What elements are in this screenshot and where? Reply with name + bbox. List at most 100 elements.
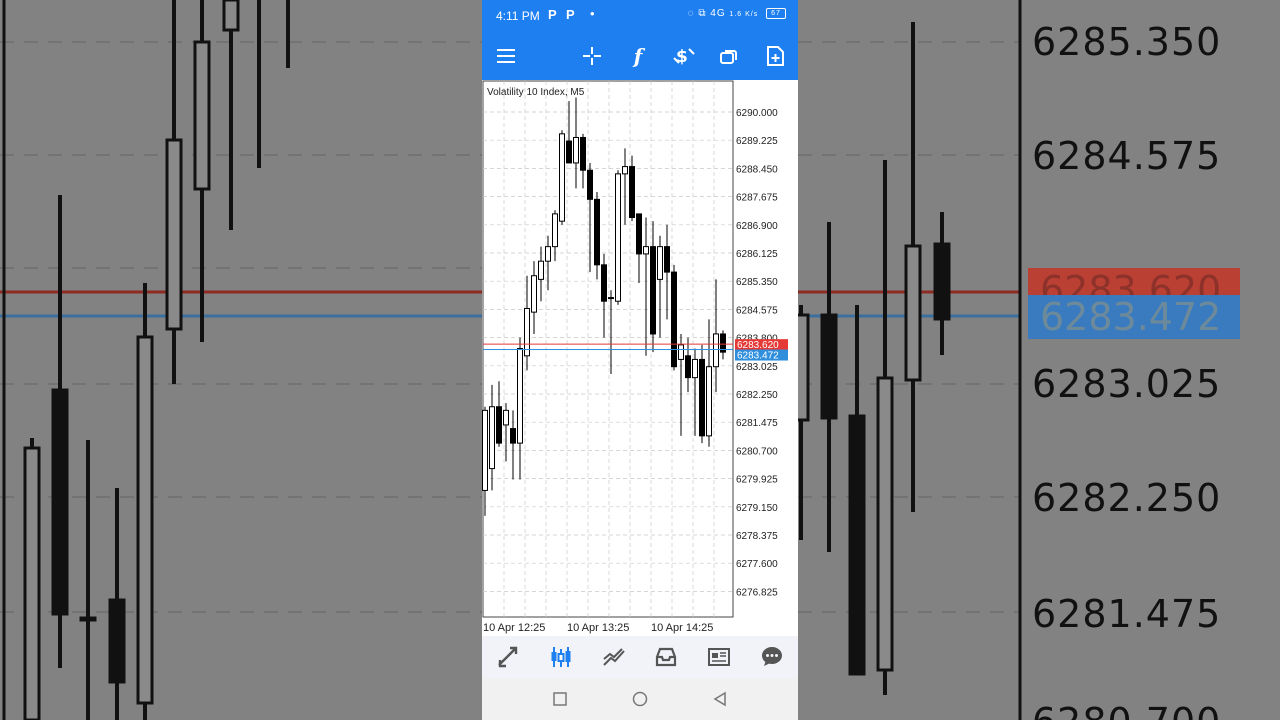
candle-body bbox=[510, 428, 516, 444]
y-tick-label: 6282.250 bbox=[736, 390, 778, 401]
y-tick-label: 6278.375 bbox=[736, 531, 778, 542]
candle-body bbox=[517, 348, 523, 444]
candle-body bbox=[685, 355, 691, 379]
status-time: 4:11 PM bbox=[496, 9, 540, 23]
candle-body bbox=[601, 264, 607, 302]
background-candle-body bbox=[848, 414, 866, 676]
background-price-label: 6282.250 bbox=[1032, 476, 1222, 520]
background-candle-body bbox=[904, 244, 922, 382]
x-tick-label: 10 Apr 12:25 bbox=[483, 622, 545, 634]
messages-icon[interactable] bbox=[754, 639, 790, 675]
top-toolbar: f $ bbox=[482, 32, 798, 80]
background-price-label: 6284.575 bbox=[1032, 134, 1222, 178]
candle-body bbox=[503, 409, 509, 426]
candle-body bbox=[580, 136, 586, 171]
system-navigation-bar bbox=[482, 678, 798, 720]
cast-icon: ⧉ bbox=[698, 8, 707, 20]
candle-body bbox=[489, 406, 495, 470]
y-tick-label: 6285.350 bbox=[736, 277, 778, 288]
candle-body bbox=[545, 246, 551, 262]
bid-price-label: 6283.620 bbox=[737, 340, 779, 351]
candle-body bbox=[713, 333, 719, 368]
ask-price-label: 6283.472 bbox=[737, 351, 779, 362]
background-price-label: 6283.025 bbox=[1032, 362, 1222, 406]
y-tick-label: 6287.675 bbox=[736, 193, 778, 204]
y-tick-label: 6280.700 bbox=[736, 446, 778, 457]
background-candle-body bbox=[108, 598, 126, 684]
objects-icon[interactable] bbox=[713, 40, 745, 72]
home-icon[interactable] bbox=[628, 687, 652, 711]
history-icon[interactable] bbox=[648, 639, 684, 675]
candle-body bbox=[692, 358, 698, 379]
background-ask-tag: 6283.472 bbox=[1028, 295, 1240, 339]
trade-icon[interactable]: $ bbox=[668, 40, 700, 72]
background-candle-body bbox=[222, 0, 240, 32]
candle-body bbox=[573, 136, 579, 164]
background-candle-body bbox=[798, 313, 810, 422]
candle-body bbox=[531, 275, 537, 313]
alarm-icon: ◌ bbox=[687, 8, 695, 20]
background-chart-left bbox=[0, 0, 482, 720]
candle-body bbox=[706, 366, 712, 437]
y-tick-label: 6289.225 bbox=[736, 136, 778, 147]
y-tick-label: 6283.025 bbox=[736, 362, 778, 373]
y-tick-label: 6286.125 bbox=[736, 249, 778, 260]
background-candle-body bbox=[193, 40, 211, 191]
notification-p-icon: P bbox=[566, 7, 575, 22]
candle-body bbox=[594, 198, 600, 266]
y-tick-label: 6290.000 bbox=[736, 108, 778, 119]
candle-body bbox=[657, 246, 663, 280]
trade-tab-icon[interactable] bbox=[596, 639, 632, 675]
x-tick-label: 10 Apr 14:25 bbox=[651, 622, 713, 634]
background-candle-body bbox=[820, 313, 838, 420]
new-order-icon[interactable] bbox=[759, 40, 791, 72]
candle-body bbox=[538, 260, 544, 280]
background-candle-body bbox=[165, 138, 183, 331]
candlestick-chart[interactable]: 6290.000 6289.225 6288.450 6287.675 6286.900… bbox=[482, 80, 798, 636]
chart-tab-icon[interactable] bbox=[543, 639, 579, 675]
indicators-icon[interactable]: f bbox=[622, 40, 654, 72]
background-price-label: 6281.475 bbox=[1032, 592, 1222, 636]
back-icon[interactable] bbox=[708, 687, 732, 711]
background-candle-body bbox=[876, 376, 894, 672]
y-tick-label: 6279.925 bbox=[736, 475, 778, 486]
candle-body bbox=[671, 271, 677, 368]
candle-body bbox=[559, 133, 565, 222]
background-price-label: 6285.350 bbox=[1032, 20, 1222, 64]
phone-screen: 4:11 PM P P • ◌ ⧉ 4G 1.6 K/s 67 f $ 6290… bbox=[482, 0, 798, 720]
chart-area[interactable]: 6290.000 6289.225 6288.450 6287.675 6286.900… bbox=[482, 80, 798, 636]
quotes-icon[interactable] bbox=[490, 639, 526, 675]
candle-body bbox=[629, 166, 635, 219]
speed-label: 1.6 K/s bbox=[729, 11, 759, 19]
candle-body bbox=[496, 406, 502, 444]
y-tick-label: 6288.450 bbox=[736, 164, 778, 175]
background-candle-body bbox=[136, 335, 154, 705]
y-tick-label: 6286.900 bbox=[736, 221, 778, 232]
chart-symbol-label: Volatility 10 Index, M5 bbox=[487, 87, 585, 98]
background-candle-body bbox=[79, 616, 97, 622]
status-icons: ◌ ⧉ 4G 1.6 K/s 67 bbox=[688, 8, 786, 19]
candle-body bbox=[622, 166, 628, 175]
y-tick-label: 6279.150 bbox=[736, 503, 778, 514]
candle-body bbox=[482, 409, 488, 491]
crosshair-icon[interactable] bbox=[576, 40, 608, 72]
background-candle-body bbox=[23, 446, 41, 720]
notification-dot: • bbox=[590, 6, 595, 21]
background-candle-body bbox=[51, 388, 69, 616]
y-tick-label: 6277.600 bbox=[736, 559, 778, 570]
y-tick-label: 6281.475 bbox=[736, 418, 778, 429]
background-candle-body bbox=[933, 242, 951, 321]
candle-body bbox=[650, 246, 656, 335]
candle-body bbox=[566, 140, 572, 164]
notification-p-icon: P bbox=[548, 7, 557, 22]
y-tick-label: 6284.575 bbox=[736, 305, 778, 316]
candle-body bbox=[643, 246, 649, 255]
candle-body bbox=[615, 173, 621, 302]
candle-body bbox=[552, 213, 558, 248]
menu-icon[interactable] bbox=[490, 40, 522, 72]
candle-body bbox=[664, 246, 670, 273]
news-icon[interactable] bbox=[701, 639, 737, 675]
candle-body bbox=[524, 307, 530, 357]
recents-icon[interactable] bbox=[548, 687, 572, 711]
x-tick-label: 10 Apr 13:25 bbox=[567, 622, 629, 634]
